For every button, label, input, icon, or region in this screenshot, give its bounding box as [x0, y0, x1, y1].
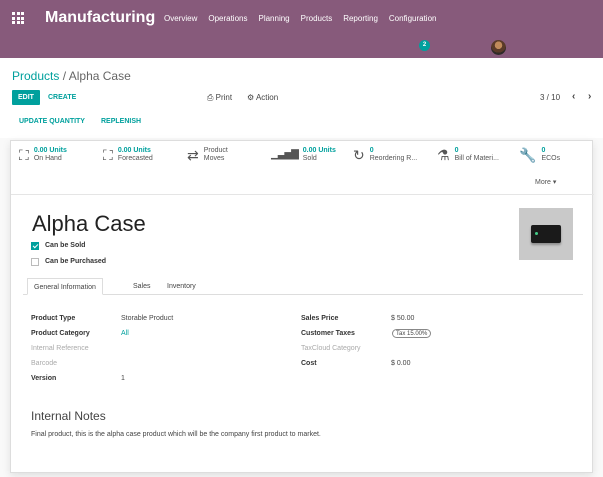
print-button[interactable]: ⎙ Print	[207, 93, 232, 103]
control-panel: Products / Alpha Case EDIT CREATE ⎙ Prin…	[0, 58, 603, 138]
forecasted-value: 0.00 Units	[117, 147, 151, 154]
pager-previous-icon[interactable]: ‹	[572, 91, 575, 102]
navbar-systray	[0, 38, 603, 58]
edit-button[interactable]: EDIT	[12, 90, 40, 105]
action-button[interactable]: ⚙ Action	[247, 93, 278, 102]
menu-item-products[interactable]: Products	[301, 14, 333, 23]
smart-button-bill-of-materials[interactable]: ⚗ 0 Bill of Materi...	[437, 147, 499, 167]
cubes-icon: ⛶	[103, 147, 113, 163]
gear-icon: ⚙	[247, 93, 255, 102]
smart-button-forecasted[interactable]: ⛶ 0.00 Units Forecasted	[103, 147, 153, 167]
internal-notes-title: Internal Notes	[31, 409, 106, 423]
breadcrumb: Products / Alpha Case	[12, 69, 131, 83]
replenish-button[interactable]: REPLENISH	[101, 118, 141, 125]
pager-value[interactable]: 3 / 10	[540, 93, 560, 102]
ecos-value: 0	[541, 147, 546, 154]
smart-buttons: ⛶ 0.00 Units On Hand ⛶ 0.00 Units Forecast…	[11, 141, 594, 195]
form-sheet: ⛶ 0.00 Units On Hand ⛶ 0.00 Units Forecast…	[10, 140, 594, 473]
version-value[interactable]: 1	[121, 375, 125, 382]
pager-next-icon[interactable]: ›	[588, 91, 591, 102]
product-moves-label: Moves	[203, 155, 225, 162]
menu-item-operations[interactable]: Operations	[208, 14, 247, 23]
user-avatar[interactable]	[491, 40, 506, 55]
on-hand-label: On Hand	[33, 155, 62, 162]
cost-value[interactable]: $ 0.00	[391, 360, 410, 367]
flask-icon: ⚗	[437, 147, 450, 163]
product-photo	[531, 225, 561, 243]
smart-button-on-hand[interactable]: ⛶ 0.00 Units On Hand	[19, 147, 67, 167]
internal-reference-label: Internal Reference	[31, 345, 89, 352]
smart-button-product-moves[interactable]: ⇄ Product Moves	[187, 147, 228, 167]
barcode-label: Barcode	[31, 360, 58, 367]
product-type-value[interactable]: Storable Product	[121, 315, 173, 322]
breadcrumb-parent[interactable]: Products	[12, 69, 59, 83]
taxcloud-category-label: TaxCloud Category	[301, 345, 361, 352]
wrench-icon: 🔧	[519, 147, 537, 163]
menu-item-configuration[interactable]: Configuration	[389, 14, 437, 23]
breadcrumb-current: Alpha Case	[68, 69, 131, 83]
sales-price-label: Sales Price	[301, 315, 339, 322]
can-be-sold-label: Can be Sold	[45, 242, 86, 249]
can-be-sold-checkbox[interactable]	[31, 242, 39, 250]
apps-grid-icon[interactable]	[12, 12, 24, 24]
cost-label: Cost	[301, 360, 317, 367]
notebook-tabs: General Information Sales Inventory	[23, 278, 583, 295]
internal-notes-text[interactable]: Final product, this is the alpha case pr…	[31, 431, 321, 438]
product-image[interactable]	[519, 208, 573, 260]
top-navbar: Manufacturing Overview Operations Planni…	[0, 0, 603, 38]
version-label: Version	[31, 375, 57, 382]
refresh-icon: ↻	[353, 147, 365, 163]
main-menu: Overview Operations Planning Products Re…	[164, 14, 436, 23]
reordering-label: Reordering R...	[369, 155, 418, 162]
breadcrumb-separator: /	[62, 69, 67, 83]
more-label: More	[535, 179, 551, 186]
forecasted-label: Forecasted	[117, 155, 153, 162]
app-title[interactable]: Manufacturing	[45, 9, 155, 27]
caret-down-icon: ▾	[552, 179, 557, 186]
customer-taxes-label: Customer Taxes	[301, 330, 355, 337]
print-label: Print	[215, 93, 233, 102]
smart-button-ecos[interactable]: 🔧 0 ECOs	[519, 147, 560, 167]
bom-label: Bill of Materi...	[454, 155, 499, 162]
sales-price-value[interactable]: $ 50.00	[391, 315, 414, 322]
on-hand-value: 0.00 Units	[33, 147, 67, 154]
create-button[interactable]: CREATE	[48, 90, 76, 105]
tab-sales[interactable]: Sales	[127, 278, 157, 295]
tax-tag[interactable]: Tax 15.00%	[392, 329, 432, 338]
action-label: Action	[255, 93, 279, 102]
smart-button-sold[interactable]: ▁▃▅▇ 0.00 Units Sold	[271, 147, 336, 167]
tab-inventory[interactable]: Inventory	[161, 278, 202, 295]
tab-general-information[interactable]: General Information	[27, 278, 103, 295]
can-be-purchased-checkbox[interactable]	[31, 258, 39, 266]
product-category-label: Product Category	[31, 330, 90, 337]
menu-item-overview[interactable]: Overview	[164, 14, 197, 23]
print-icon: ⎙	[207, 93, 214, 102]
product-category-value[interactable]: All	[121, 330, 129, 337]
menu-item-planning[interactable]: Planning	[258, 14, 289, 23]
sold-value: 0.00 Units	[302, 147, 336, 154]
reordering-value: 0	[369, 147, 374, 154]
more-dropdown[interactable]: More ▾	[535, 178, 556, 186]
product-name: Alpha Case	[32, 211, 146, 236]
smart-button-reordering-rules[interactable]: ↻ 0 Reordering R...	[353, 147, 417, 167]
ecos-label: ECOs	[541, 155, 561, 162]
bom-value: 0	[454, 147, 459, 154]
bar-chart-icon: ▁▃▅▇	[271, 149, 299, 160]
can-be-purchased-label: Can be Purchased	[45, 258, 107, 265]
menu-item-reporting[interactable]: Reporting	[343, 14, 378, 23]
product-moves-value: Product	[203, 147, 228, 154]
sold-label: Sold	[302, 155, 317, 162]
update-quantity-button[interactable]: UPDATE QUANTITY	[19, 118, 85, 125]
exchange-icon: ⇄	[187, 147, 199, 163]
product-type-label: Product Type	[31, 315, 76, 322]
chat-count-badge[interactable]: 2	[419, 40, 430, 51]
cubes-icon: ⛶	[19, 147, 29, 163]
